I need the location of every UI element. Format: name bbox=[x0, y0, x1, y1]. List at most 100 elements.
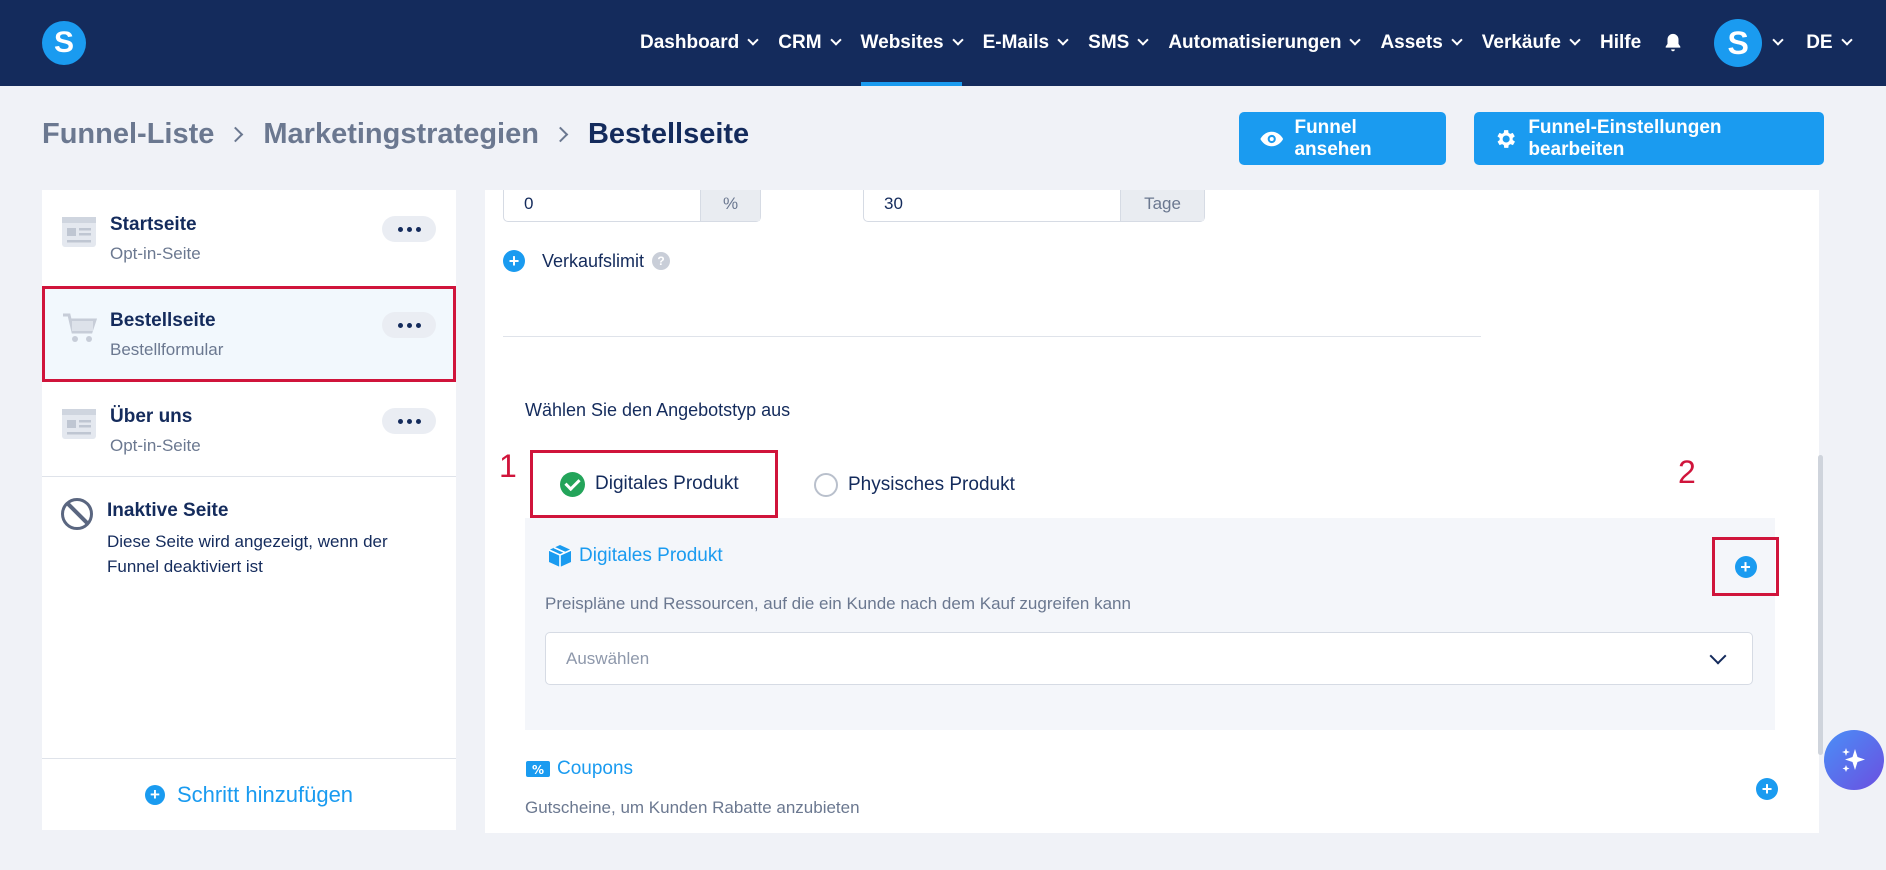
bell-icon[interactable] bbox=[1662, 32, 1684, 54]
sales-limit-toggle[interactable]: + Verkaufslimit ? bbox=[503, 250, 671, 272]
chevron-down-icon bbox=[747, 34, 759, 46]
breadcrumb-funnel[interactable]: Marketingstrategien bbox=[263, 118, 539, 151]
chevron-right-icon bbox=[228, 126, 244, 143]
chevron-down-icon bbox=[1840, 34, 1853, 46]
nav-sales[interactable]: Verkäufe bbox=[1481, 0, 1581, 86]
cart-icon bbox=[63, 313, 97, 342]
step-title: Über uns bbox=[110, 406, 193, 427]
view-funnel-button[interactable]: Funnel ansehen bbox=[1239, 112, 1446, 165]
sales-limit-label: Verkaufslimit bbox=[542, 250, 645, 271]
chevron-down-icon bbox=[1057, 34, 1069, 46]
nav-websites[interactable]: Websites bbox=[860, 0, 964, 86]
chevron-down-icon[interactable] bbox=[1772, 34, 1784, 46]
nav-dashboard-label: Dashboard bbox=[640, 32, 740, 53]
edit-funnel-settings-button[interactable]: Funnel-Einstellungen bearbeiten bbox=[1474, 112, 1824, 165]
divider bbox=[503, 336, 1481, 337]
nav-emails-label: E-Mails bbox=[982, 32, 1050, 53]
gear-icon bbox=[1497, 129, 1515, 148]
help-icon[interactable]: ? bbox=[652, 252, 671, 270]
language-switcher[interactable]: DE bbox=[1806, 0, 1853, 86]
offer-type-digital-option[interactable]: Digitales Produkt bbox=[530, 450, 778, 518]
more-options-button[interactable] bbox=[382, 408, 436, 434]
discount-value[interactable]: 0 bbox=[504, 190, 700, 221]
digital-product-title: Digitales Produkt bbox=[547, 544, 723, 568]
radio-button[interactable] bbox=[814, 473, 838, 497]
block-icon bbox=[61, 498, 93, 530]
nav-emails[interactable]: E-Mails bbox=[982, 0, 1069, 86]
nav-automations[interactable]: Automatisierungen bbox=[1168, 0, 1362, 86]
step-item-startseite[interactable]: Startseite Opt-in-Seite bbox=[42, 190, 456, 286]
nav-crm[interactable]: CRM bbox=[778, 0, 842, 86]
discount-field[interactable]: 0 % bbox=[503, 190, 761, 222]
language-label: DE bbox=[1806, 32, 1833, 53]
step-settings-panel: 0 % 30 Tage + Verkaufslimit ? Wählen Sie… bbox=[485, 190, 1819, 833]
page-icon bbox=[62, 409, 96, 439]
nav-websites-label: Websites bbox=[860, 32, 944, 53]
chevron-down-icon bbox=[1137, 34, 1149, 46]
nav-help-label: Hilfe bbox=[1600, 32, 1642, 53]
page-icon bbox=[62, 217, 96, 247]
step-item-bestellseite[interactable]: Bestellseite Bestellformular bbox=[42, 286, 456, 382]
more-options-button[interactable] bbox=[382, 312, 436, 338]
digital-product-description: Preispläne und Ressourcen, auf die ein K… bbox=[545, 594, 1131, 613]
nav-assets-label: Assets bbox=[1380, 32, 1443, 53]
svg-text:%: % bbox=[532, 763, 544, 777]
nav-crm-label: CRM bbox=[778, 32, 822, 53]
scrollbar[interactable] bbox=[1818, 455, 1823, 755]
digital-option-label: Digitales Produkt bbox=[595, 473, 739, 494]
coupons-title: % Coupons bbox=[525, 758, 633, 780]
period-value[interactable]: 30 bbox=[864, 190, 1120, 221]
nav-sales-label: Verkäufe bbox=[1481, 32, 1562, 53]
plus-circle-icon: + bbox=[144, 784, 165, 805]
plus-circle-icon: + bbox=[1734, 555, 1757, 578]
divider bbox=[42, 476, 456, 477]
add-step-button[interactable]: + Schritt hinzufügen bbox=[42, 758, 456, 830]
chevron-down-icon bbox=[1451, 34, 1463, 46]
step-title: Startseite bbox=[110, 214, 197, 235]
add-step-label: Schritt hinzufügen bbox=[176, 781, 354, 807]
edit-funnel-settings-label: Funnel-Einstellungen bearbeiten bbox=[1528, 116, 1722, 160]
digital-product-title-label: Digitales Produkt bbox=[579, 545, 723, 566]
box-icon bbox=[548, 545, 572, 567]
digital-product-select[interactable]: Auswählen bbox=[545, 632, 1753, 685]
digital-product-section: Digitales Produkt Preispläne und Ressour… bbox=[525, 518, 1775, 730]
app-logo[interactable]: S bbox=[42, 21, 86, 65]
more-options-button[interactable] bbox=[382, 216, 436, 242]
user-avatar[interactable]: S bbox=[1714, 19, 1763, 67]
percent-unit: % bbox=[700, 190, 760, 221]
plus-circle-icon[interactable]: + bbox=[503, 250, 525, 272]
coupon-icon: % bbox=[526, 761, 550, 777]
annotation-number-1: 1 bbox=[499, 448, 517, 484]
step-subtitle: Opt-in-Seite bbox=[110, 244, 201, 263]
add-digital-product-button[interactable]: + bbox=[1712, 537, 1779, 596]
view-funnel-label: Funnel ansehen bbox=[1294, 116, 1372, 160]
step-subtitle: Opt-in-Seite bbox=[110, 436, 201, 455]
select-placeholder: Auswählen bbox=[566, 648, 650, 668]
top-navigation: S Dashboard CRM Websites E-Mails SMS Aut… bbox=[0, 0, 1886, 86]
annotation-number-2: 2 bbox=[1678, 454, 1696, 490]
chevron-down-icon bbox=[1569, 34, 1581, 46]
breadcrumb-funnel-list[interactable]: Funnel-Liste bbox=[42, 118, 214, 151]
chevron-down-icon bbox=[829, 34, 842, 46]
inactive-page-title[interactable]: Inaktive Seite bbox=[107, 500, 228, 522]
nav-sms[interactable]: SMS bbox=[1088, 0, 1149, 86]
physical-option-label: Physisches Produkt bbox=[848, 474, 1015, 495]
nav-help[interactable]: Hilfe bbox=[1600, 0, 1641, 86]
coupons-title-label: Coupons bbox=[557, 758, 634, 779]
ai-assistant-button[interactable] bbox=[1824, 730, 1884, 790]
step-subtitle: Bestellformular bbox=[110, 340, 224, 359]
breadcrumb: Funnel-Liste Marketingstrategien Bestell… bbox=[42, 118, 749, 151]
chevron-down-icon bbox=[1349, 34, 1362, 46]
add-coupon-button[interactable]: + bbox=[1756, 778, 1778, 800]
nav-sms-label: SMS bbox=[1088, 32, 1130, 53]
offer-type-physical-option[interactable]: Physisches Produkt bbox=[814, 473, 1015, 497]
step-item-ueber-uns[interactable]: Über uns Opt-in-Seite bbox=[42, 382, 456, 478]
coupons-description: Gutscheine, um Kunden Rabatte anzubieten bbox=[525, 798, 860, 817]
breadcrumb-current-page: Bestellseite bbox=[587, 118, 750, 150]
nav-automations-label: Automatisierungen bbox=[1168, 32, 1342, 53]
nav-dashboard[interactable]: Dashboard bbox=[640, 0, 759, 86]
offer-type-label: Wählen Sie den Angebotstyp aus bbox=[525, 400, 791, 420]
funnel-steps-sidebar: Startseite Opt-in-Seite Bestellseite Bes… bbox=[42, 190, 456, 830]
nav-assets[interactable]: Assets bbox=[1380, 0, 1463, 86]
period-field[interactable]: 30 Tage bbox=[863, 190, 1205, 222]
